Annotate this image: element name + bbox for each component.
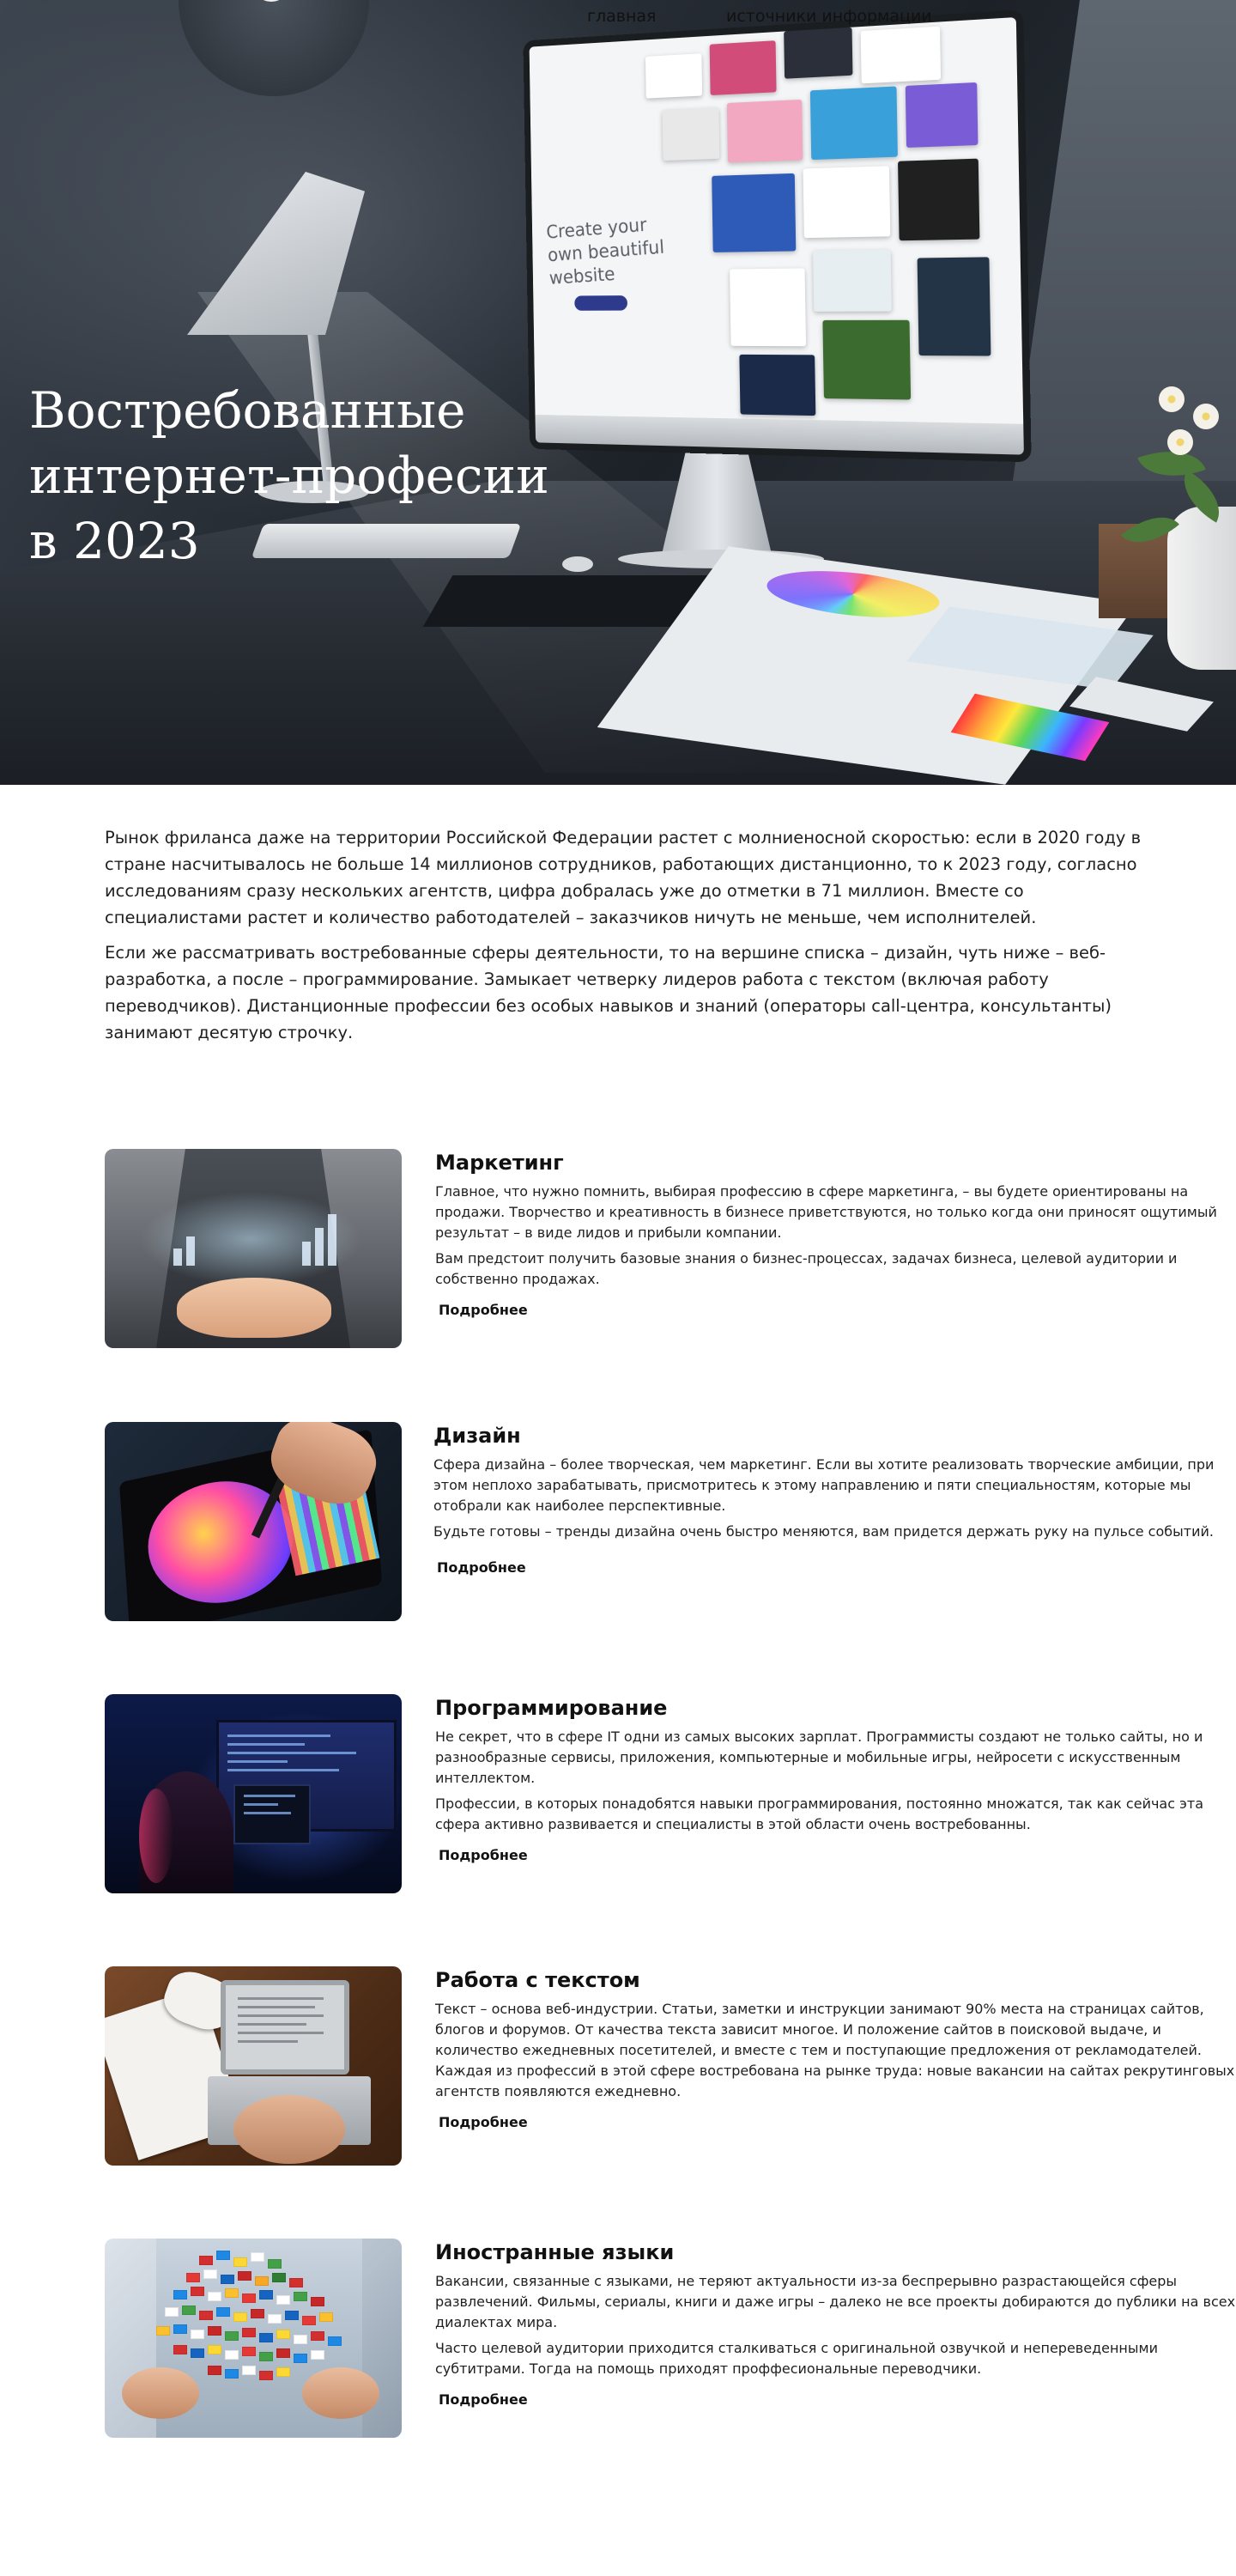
card-text: Сфера дизайна – более творческая, чем ма… xyxy=(433,1456,1215,1514)
more-link-text[interactable]: Подробнее xyxy=(439,2114,528,2130)
profession-card-languages: Иностранные языки Вакансии, связанные с … xyxy=(105,2239,1235,2438)
card-title: Иностранные языки xyxy=(435,2240,675,2264)
intro-section: Рынок фриланса даже на территории Россий… xyxy=(105,824,1152,1054)
card-body: Дизайн Сфера дизайна – более творческая,… xyxy=(433,1422,1236,1576)
intro-paragraph: Рынок фриланса даже на территории Россий… xyxy=(105,828,1142,927)
intro-paragraph: Если же рассматривать востребованные сфе… xyxy=(105,943,1112,1042)
more-link-design[interactable]: Подробнее xyxy=(437,1559,526,1576)
text-work-image xyxy=(105,1966,402,2166)
profession-card-programming: Программирование Не секрет, что в сфере … xyxy=(105,1694,1203,1893)
flower xyxy=(1159,386,1184,412)
nav-link-home[interactable]: главная xyxy=(587,7,656,26)
card-title: Дизайн xyxy=(433,1424,521,1448)
card-text: Часто целевой аудитории приходится сталк… xyxy=(435,2340,1158,2377)
card-body: Работа с текстом Текст – основа веб-инду… xyxy=(435,1966,1236,2130)
card-title: Работа с текстом xyxy=(435,1968,640,1992)
more-link-marketing[interactable]: Подробнее xyxy=(439,1302,528,1318)
card-text: Текст – основа веб-индустрии. Статьи, за… xyxy=(435,2001,1235,2099)
card-text: Профессии, в которых понадобятся навыки … xyxy=(435,1795,1204,1832)
monitor-screen: Create your own beautiful website xyxy=(529,17,1024,424)
card-text: Главное, что нужно помнить, выбирая проф… xyxy=(435,1183,1217,1241)
programming-image xyxy=(105,1694,402,1893)
profession-card-marketing: Маркетинг Главное, что нужно помнить, вы… xyxy=(105,1149,1217,1348)
card-body: Маркетинг Главное, что нужно помнить, вы… xyxy=(435,1149,1236,1318)
card-text: Вакансии, связанные с языками, не теряют… xyxy=(435,2273,1236,2330)
page-title-line: в 2023 xyxy=(29,512,200,570)
card-title: Маркетинг xyxy=(435,1151,564,1175)
nav-link-sources[interactable]: источники информации xyxy=(726,7,932,26)
hero-section: Create your own beautiful website Востре… xyxy=(0,0,1236,785)
card-text: Будьте готовы – тренды дизайна очень быс… xyxy=(433,1523,1214,1540)
flower xyxy=(1193,404,1219,429)
card-body: Программирование Не секрет, что в сфере … xyxy=(435,1694,1236,1863)
profession-card-design: Дизайн Сфера дизайна – более творческая,… xyxy=(105,1422,1214,1621)
top-nav: главная источники информации xyxy=(0,7,1236,33)
plant-pot-image xyxy=(1167,507,1236,670)
page-title-line: Востребованные xyxy=(29,381,466,440)
screen-headline: Create your own beautiful website xyxy=(545,215,665,289)
screen-button xyxy=(574,295,628,311)
design-image xyxy=(105,1422,402,1621)
flower xyxy=(1167,429,1193,455)
more-link-languages[interactable]: Подробнее xyxy=(439,2391,528,2408)
languages-image xyxy=(105,2239,402,2438)
card-text: Не секрет, что в сфере IT одни из самых … xyxy=(435,1728,1203,1786)
card-text: Вам предстоит получить базовые знания о … xyxy=(435,1250,1178,1287)
profession-card-text: Работа с текстом Текст – основа веб-инду… xyxy=(105,1966,1234,2166)
card-body: Иностранные языки Вакансии, связанные с … xyxy=(435,2239,1236,2408)
marketing-image xyxy=(105,1149,402,1348)
more-link-programming[interactable]: Подробнее xyxy=(439,1847,528,1863)
card-title: Программирование xyxy=(435,1696,668,1720)
page-title: Востребованные интернет-професии в 2023 xyxy=(29,378,630,574)
page-title-line: интернет-професии xyxy=(29,447,549,505)
